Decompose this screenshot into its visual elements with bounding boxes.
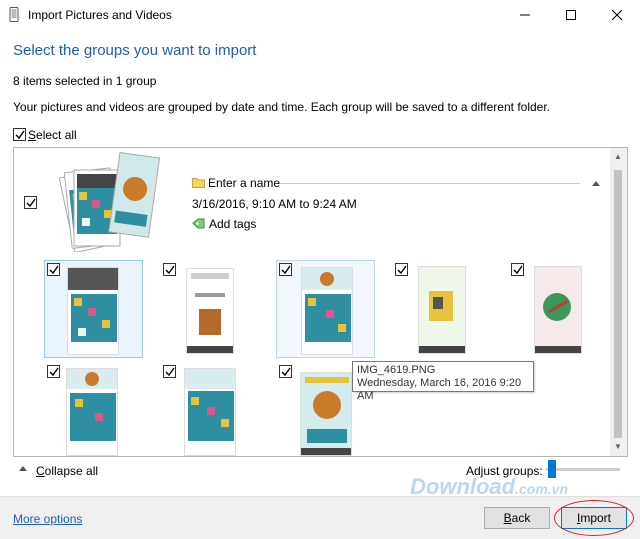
group-divider	[280, 183, 580, 184]
item-checkbox[interactable]	[279, 263, 292, 276]
checkmark-icon	[49, 265, 59, 275]
checkmark-icon	[49, 367, 59, 377]
close-icon	[612, 10, 622, 20]
app-icon	[9, 7, 19, 22]
scroll-down-icon[interactable]: ▼	[614, 442, 622, 451]
select-all-checkbox[interactable]	[13, 128, 26, 141]
photo-thumbnail	[66, 368, 118, 456]
checkmark-icon	[513, 265, 523, 275]
folder-icon	[192, 178, 205, 188]
close-button[interactable]	[594, 0, 640, 30]
page-heading: Select the groups you want to import	[13, 42, 257, 59]
collapse-all-icon[interactable]	[19, 466, 27, 471]
selection-count: 8 items selected in 1 group	[13, 74, 157, 88]
checkmark-icon	[281, 265, 291, 275]
checkmark-icon	[15, 130, 25, 140]
group-name-field[interactable]: Enter a name	[208, 176, 280, 190]
window-title: Import Pictures and Videos	[28, 8, 172, 22]
checkmark-icon	[397, 265, 407, 275]
collapse-arrow-icon[interactable]	[592, 181, 600, 186]
photo-thumbnail	[184, 368, 236, 456]
group-stack-thumbnail	[58, 152, 161, 252]
photo-thumbnail	[534, 266, 582, 354]
back-button[interactable]: Back	[484, 507, 550, 529]
maximize-icon	[566, 10, 576, 20]
item-checkbox[interactable]	[511, 263, 524, 276]
checkmark-icon	[281, 367, 291, 377]
group-checkbox[interactable]	[24, 196, 37, 209]
title-bar: Import Pictures and Videos	[0, 0, 640, 30]
description-text: Your pictures and videos are grouped by …	[13, 100, 551, 114]
photo-tooltip: IMG_4619.PNG Wednesday, March 16, 2016 9…	[352, 361, 534, 402]
checkmark-icon	[26, 198, 36, 208]
checkmark-icon	[165, 367, 175, 377]
item-checkbox[interactable]	[163, 263, 176, 276]
tooltip-datetime: Wednesday, March 16, 2016 9:20 AM	[357, 377, 522, 402]
collapse-all-link[interactable]: Collapse all	[36, 464, 98, 478]
item-checkbox[interactable]	[395, 263, 408, 276]
add-tags-link[interactable]: Add tags	[209, 217, 256, 231]
item-checkbox[interactable]	[47, 263, 60, 276]
vertical-scrollbar[interactable]: ▲ ▼	[610, 148, 627, 456]
item-checkbox[interactable]	[47, 365, 60, 378]
scroll-thumb[interactable]	[614, 170, 622, 438]
item-checkbox[interactable]	[279, 365, 292, 378]
maximize-button[interactable]	[548, 0, 594, 30]
photo-thumbnail	[67, 267, 119, 355]
photo-thumbnail	[186, 268, 234, 354]
group-date-range: 3/16/2016, 9:10 AM to 9:24 AM	[192, 197, 357, 211]
adjust-groups-slider[interactable]	[546, 468, 620, 471]
checkmark-icon	[165, 265, 175, 275]
tooltip-filename: IMG_4619.PNG	[357, 364, 436, 376]
minimize-icon	[520, 14, 530, 16]
photo-thumbnail	[300, 372, 352, 456]
item-checkbox[interactable]	[163, 365, 176, 378]
minimize-button[interactable]	[502, 0, 548, 30]
photo-thumbnail	[418, 266, 466, 354]
scroll-up-icon[interactable]: ▲	[614, 152, 622, 161]
tag-icon	[192, 218, 205, 229]
select-all-label[interactable]: Select all	[28, 128, 77, 142]
photo-thumbnail	[301, 267, 353, 355]
highlight-circle	[554, 500, 634, 536]
more-options-link[interactable]: More options	[13, 512, 82, 526]
